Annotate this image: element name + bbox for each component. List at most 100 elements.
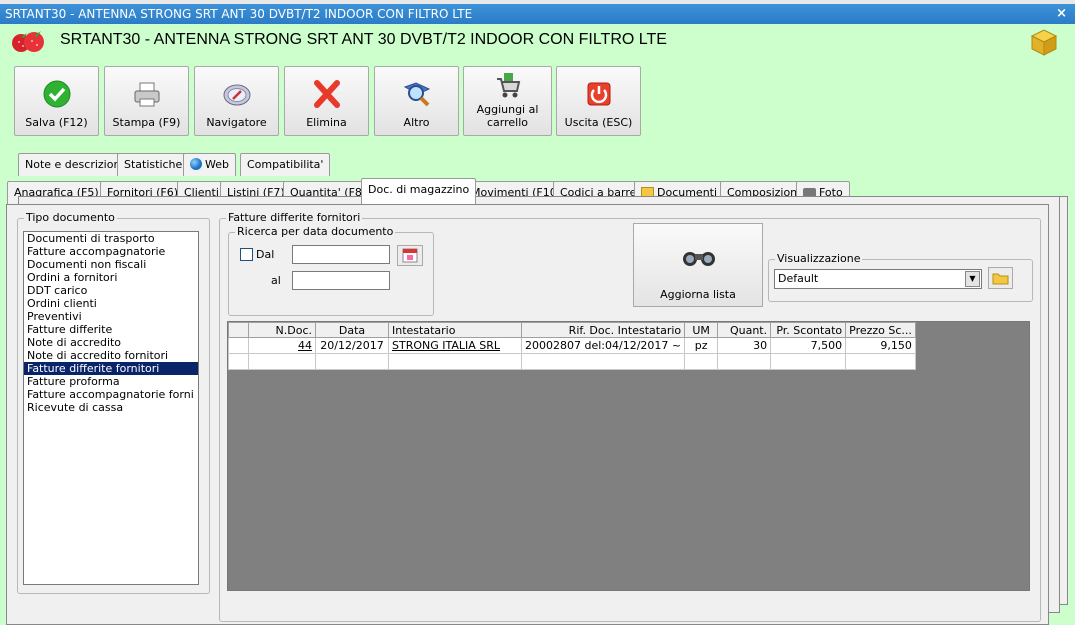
globe-icon — [190, 158, 202, 170]
row-indicator — [228, 337, 249, 354]
header: SRTANT30 - ANTENNA STRONG SRT ANT 30 DVB… — [0, 24, 1075, 60]
delete-button[interactable]: Elimina — [284, 66, 369, 136]
document-type-list[interactable]: Documenti di trasporto Fatture accompagn… — [23, 231, 199, 585]
row-indicator-header — [228, 322, 249, 338]
column-header[interactable]: N.Doc. — [248, 322, 316, 338]
view-select[interactable]: Default ▼ — [774, 269, 982, 289]
list-item[interactable]: Fatture accompagnatorie — [24, 245, 198, 258]
tab-statistiche[interactable]: Statistiche — [117, 153, 190, 176]
check-icon — [43, 80, 70, 108]
empty-cell — [315, 353, 389, 370]
empty-cell — [248, 353, 316, 370]
other-button[interactable]: Altro — [374, 66, 459, 136]
reference-cell: 20002807 del:04/12/2017 ~ — [520, 337, 686, 354]
list-item[interactable]: Fatture proforma — [24, 375, 198, 388]
other-label: Altro — [403, 116, 430, 129]
tab-label: Statistiche — [124, 158, 183, 171]
list-item-selected[interactable]: Fatture differite fornitori — [24, 362, 198, 375]
list-item[interactable]: DDT carico — [24, 284, 198, 297]
close-button[interactable]: × — [1056, 4, 1067, 24]
table-row-empty[interactable] — [228, 353, 916, 370]
column-header[interactable]: Prezzo Sc... — [845, 322, 916, 338]
empty-cell — [520, 353, 686, 370]
tab-label: Web — [205, 158, 229, 171]
empty-cell — [845, 353, 916, 370]
column-header[interactable]: Rif. Doc. Intestatario — [520, 322, 686, 338]
row-indicator — [228, 353, 249, 370]
list-item[interactable]: Fatture accompagnatorie forni — [24, 388, 198, 401]
list-item[interactable]: Preventivi — [24, 310, 198, 323]
date-search-group: Ricerca per data documento Dal al — [228, 225, 434, 316]
tipo-documento-legend: Tipo documento — [24, 211, 117, 224]
title-bar: SRTANT30 - ANTENNA STRONG SRT ANT 30 DVB… — [0, 4, 1075, 24]
column-header[interactable]: Pr. Scontato — [770, 322, 847, 338]
price-cell: 9,150 — [845, 337, 916, 354]
al-label: al — [271, 274, 281, 287]
empty-cell — [388, 353, 522, 370]
table-header-row: N.Doc. Data Intestatario Rif. Doc. Intes… — [228, 322, 916, 338]
printer-icon — [134, 82, 159, 107]
add-to-cart-label: Aggiungi al carrello — [476, 103, 539, 129]
list-item[interactable]: Documenti di trasporto — [24, 232, 198, 245]
discounted-price-cell: 7,500 — [770, 337, 847, 354]
list-item[interactable]: Ordini clienti — [24, 297, 198, 310]
tab-label: Note e descrizioni — [25, 158, 124, 171]
exit-label: Uscita (ESC) — [564, 116, 633, 129]
list-item[interactable]: Note di accredito — [24, 336, 198, 349]
add-to-cart-button[interactable]: Aggiungi al carrello — [463, 66, 552, 136]
chevron-down-icon[interactable]: ▼ — [965, 271, 980, 287]
tipo-documento-group: Tipo documento Documenti di trasporto Fa… — [17, 211, 210, 594]
window-title: SRTANT30 - ANTENNA STRONG SRT ANT 30 DVB… — [5, 7, 473, 21]
compass-icon — [223, 84, 250, 106]
doc-number-cell[interactable]: 44 — [248, 337, 316, 354]
column-header[interactable]: Quant. — [717, 322, 772, 338]
documents-table: N.Doc. Data Intestatario Rif. Doc. Intes… — [228, 322, 916, 370]
table-row[interactable]: 44 20/12/2017 STRONG ITALIA SRL 20002807… — [228, 337, 916, 354]
binoculars-icon — [683, 252, 715, 266]
list-item[interactable]: Fatture differite — [24, 323, 198, 336]
date-cell: 20/12/2017 — [315, 337, 389, 354]
open-folder-button[interactable] — [988, 267, 1013, 289]
list-item[interactable]: Note di accredito fornitori — [24, 349, 198, 362]
date-to-input[interactable] — [292, 271, 390, 290]
um-cell: pz — [684, 337, 719, 354]
date-from-input[interactable] — [292, 245, 390, 264]
tab-web[interactable]: Web — [183, 153, 236, 176]
empty-cell — [770, 353, 847, 370]
column-header[interactable]: Data — [315, 322, 389, 338]
magnifier-book-icon — [403, 82, 430, 107]
list-item[interactable]: Documenti non fiscali — [24, 258, 198, 271]
documents-grid[interactable]: N.Doc. Data Intestatario Rif. Doc. Intes… — [227, 321, 1030, 591]
tab-note-e-descrizioni[interactable]: Note e descrizioni — [18, 153, 131, 176]
folder-icon — [992, 273, 1009, 285]
navigator-button[interactable]: Navigatore — [194, 66, 279, 136]
delete-label: Elimina — [306, 116, 347, 129]
column-header[interactable]: Intestatario — [388, 322, 522, 338]
calendar-button[interactable] — [397, 245, 423, 266]
tab-label: Compatibilita' — [247, 158, 324, 171]
delete-x-icon — [313, 80, 340, 108]
print-button[interactable]: Stampa (F9) — [104, 66, 189, 136]
dal-checkbox[interactable] — [240, 248, 253, 261]
calendar-icon — [402, 248, 418, 263]
view-select-value: Default — [778, 272, 819, 285]
print-label: Stampa (F9) — [112, 116, 181, 129]
refresh-list-button[interactable]: Aggiorna lista — [633, 223, 763, 307]
column-header[interactable]: UM — [684, 322, 719, 338]
list-item[interactable]: Ricevute di cassa — [24, 401, 198, 414]
power-icon — [587, 82, 610, 106]
tab-doc-di-magazzino[interactable]: Doc. di magazzino — [361, 178, 477, 204]
list-item[interactable]: Ordini a fornitori — [24, 271, 198, 284]
visualizzazione-group: Visualizzazione Default ▼ — [768, 252, 1033, 302]
date-search-legend: Ricerca per data documento — [235, 225, 396, 238]
quantity-cell: 30 — [717, 337, 772, 354]
save-button[interactable]: Salva (F12) — [14, 66, 99, 136]
empty-cell — [717, 353, 772, 370]
exit-button[interactable]: Uscita (ESC) — [556, 66, 641, 136]
visualizzazione-legend: Visualizzazione — [775, 252, 863, 265]
tab-compatibilita[interactable]: Compatibilita' — [240, 153, 331, 176]
save-label: Salva (F12) — [25, 116, 88, 129]
page-title: SRTANT30 - ANTENNA STRONG SRT ANT 30 DVB… — [60, 31, 667, 48]
holder-cell[interactable]: STRONG ITALIA SRL — [388, 337, 522, 354]
tab-label: Doc. di magazzino — [368, 183, 470, 196]
